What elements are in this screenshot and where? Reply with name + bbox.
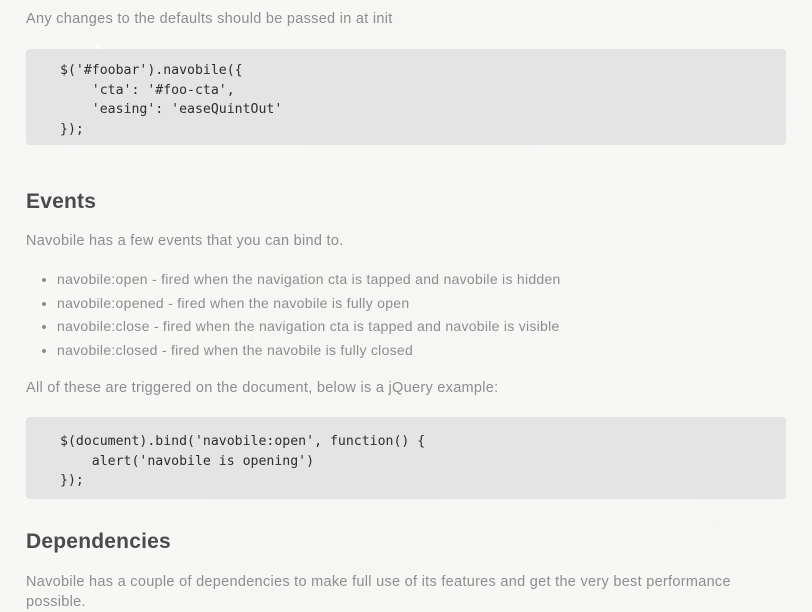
events-intro-paragraph: Navobile has a few events that you can b…: [26, 233, 344, 249]
bullet-icon: [42, 301, 46, 306]
list-item-label: navobile:close - fired when the navigati…: [57, 318, 560, 334]
documentation-page: Any changes to the defaults should be pa…: [0, 0, 812, 610]
list-item: navobile:close - fired when the navigati…: [26, 315, 786, 339]
code-block-init-options: $('#foobar').navobile({ 'cta': '#foo-cta…: [26, 49, 786, 145]
dependencies-section-heading: Dependencies: [26, 530, 171, 553]
list-item-label: navobile:open - fired when the navigatio…: [57, 271, 561, 287]
trigger-note-paragraph: All of these are triggered on the docume…: [26, 380, 499, 396]
code-line: alert('navobile is opening'): [60, 453, 315, 469]
code-line: $(document).bind('navobile:open', functi…: [60, 434, 426, 449]
code-block-bind-example: $(document).bind('navobile:open', functi…: [26, 417, 786, 499]
events-section-heading: Events: [26, 190, 97, 213]
bullet-icon: [42, 348, 46, 353]
list-item: navobile:closed - fired when the navobil…: [26, 339, 786, 363]
intro-paragraph: Any changes to the defaults should be pa…: [26, 11, 393, 27]
events-list: navobile:open - fired when the navigatio…: [26, 251, 786, 362]
dependencies-intro-paragraph: Navobile has a couple of dependencies to…: [26, 574, 731, 610]
code-line: $('#foobar').navobile({: [60, 63, 243, 78]
list-item-label: navobile:opened - fired when the navobil…: [57, 294, 410, 311]
bullet-icon: [42, 278, 46, 282]
list-item: navobile:opened - fired when the navobil…: [26, 292, 786, 316]
code-line: });: [60, 121, 84, 137]
bullet-icon: [42, 325, 46, 329]
code-line: });: [60, 473, 84, 488]
code-line: 'cta': '#foo-cta',: [60, 82, 235, 98]
list-item-label: navobile:closed - fired when the navobil…: [57, 341, 414, 358]
code-line: 'easing': 'easeQuintOut': [60, 102, 283, 117]
list-item: navobile:open - fired when the navigatio…: [26, 268, 786, 292]
